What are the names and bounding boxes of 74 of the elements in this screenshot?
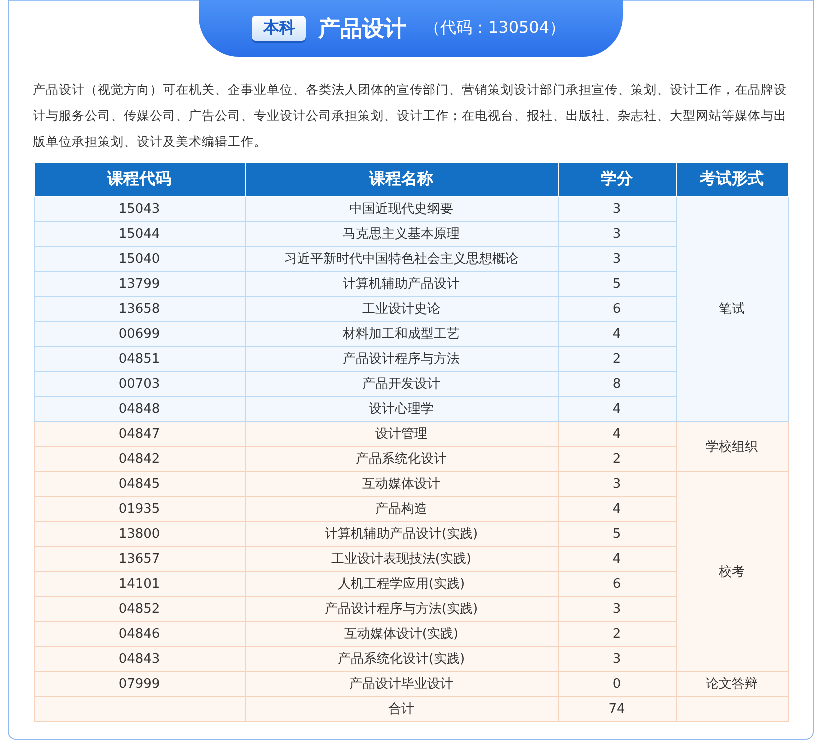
table-cell: 04852 (34, 596, 245, 622)
table-cell: 3 (558, 596, 676, 622)
description-text: 产品设计（视觉方向）可在机关、企事业单位、各类法人团体的宣传部门、营销策划设计部门承担宣传、策划、设计工作，在品牌设计与服务公司、传媒公司、广告公司、专业设计公司承担策划、设计工作；在电视台、报社、出版社、杂志社、大型网站等媒体与出版单位承担策划、设计及美术编辑工作。 (33, 81, 788, 151)
table-cell: 00703 (34, 372, 245, 396)
major-code: （代码：130504） (424, 18, 566, 39)
column-header: 课程代码 (34, 163, 245, 196)
table-cell: 习近平新时代中国特色社会主义思想概论 (245, 246, 558, 272)
column-header: 学分 (558, 163, 676, 196)
table-cell: 04848 (34, 396, 245, 422)
level-badge: 本科 (252, 16, 306, 41)
table-cell: 工业设计表现技法(实践) (245, 546, 558, 572)
table-cell: 04845 (34, 472, 245, 496)
table-cell: 01935 (34, 496, 245, 522)
table-cell: 3 (558, 246, 676, 272)
column-header: 课程名称 (245, 163, 558, 196)
table-cell: 3 (558, 222, 676, 246)
table-cell: 14101 (34, 572, 245, 596)
table-cell: 产品设计毕业设计 (245, 672, 558, 696)
table-cell: 15044 (34, 222, 245, 246)
table-cell: 计算机辅助产品设计(实践) (245, 522, 558, 546)
table-cell: 3 (558, 196, 676, 222)
table-cell: 13658 (34, 296, 245, 322)
table-cell: 2 (558, 622, 676, 646)
table-cell: 04846 (34, 622, 245, 646)
table-cell: 0 (558, 672, 676, 696)
table-cell: 工业设计史论 (245, 296, 558, 322)
table-cell: 6 (558, 572, 676, 596)
table-cell: 论文答辩 (676, 672, 788, 696)
table-cell: 人机工程学应用(实践) (245, 572, 558, 596)
table-cell: 15043 (34, 196, 245, 222)
table-cell: 2 (558, 346, 676, 372)
table-cell: 马克思主义基本原理 (245, 222, 558, 246)
table-cell: 笔试 (676, 196, 788, 422)
table-cell: 计算机辅助产品设计 (245, 272, 558, 296)
table-cell: 校考 (676, 472, 788, 672)
table-cell: 互动媒体设计 (245, 472, 558, 496)
table-cell: 产品系统化设计 (245, 446, 558, 472)
table-cell: 4 (558, 546, 676, 572)
table-cell: 学校组织 (676, 422, 788, 472)
table-cell: 产品设计程序与方法 (245, 346, 558, 372)
table-cell: 产品设计程序与方法(实践) (245, 596, 558, 622)
table-cell: 00699 (34, 322, 245, 346)
table-cell: 13657 (34, 546, 245, 572)
table-cell: 04851 (34, 346, 245, 372)
table-cell: 3 (558, 472, 676, 496)
table-cell: 13800 (34, 522, 245, 546)
table-cell: 互动媒体设计(实践) (245, 622, 558, 646)
table-cell: 4 (558, 496, 676, 522)
table-cell: 4 (558, 322, 676, 346)
table-cell: 6 (558, 296, 676, 322)
table-cell: 2 (558, 446, 676, 472)
table-cell: 4 (558, 422, 676, 446)
table-cell: 产品开发设计 (245, 372, 558, 396)
major-title: 产品设计 (318, 16, 406, 44)
column-header: 考试形式 (676, 163, 788, 196)
table-cell: 产品构造 (245, 496, 558, 522)
table-cell: 04847 (34, 422, 245, 446)
table-cell: 74 (558, 696, 676, 722)
table-cell: 07999 (34, 672, 245, 696)
table-cell: 5 (558, 272, 676, 296)
table-cell: 04842 (34, 446, 245, 472)
table-cell: 13799 (34, 272, 245, 296)
table-cell: 中国近现代史纲要 (245, 196, 558, 222)
table-cell: 材料加工和成型工艺 (245, 322, 558, 346)
table-cell: 04843 (34, 646, 245, 672)
table-cell: 3 (558, 646, 676, 672)
table-cell: 15040 (34, 246, 245, 272)
table-cell: 5 (558, 522, 676, 546)
table-cell: 产品系统化设计(实践) (245, 646, 558, 672)
table-cell: 合计 (245, 696, 558, 722)
table-cell: 设计管理 (245, 422, 558, 446)
table-cell: 4 (558, 396, 676, 422)
table-cell: 8 (558, 372, 676, 396)
table-cell: 设计心理学 (245, 396, 558, 422)
